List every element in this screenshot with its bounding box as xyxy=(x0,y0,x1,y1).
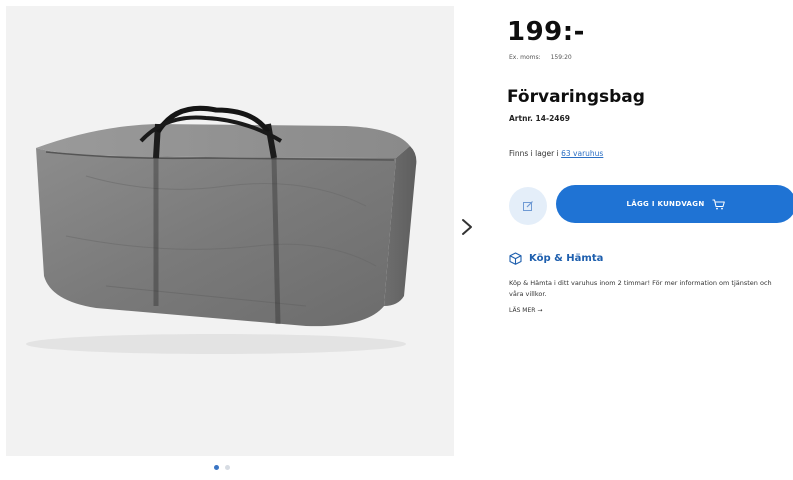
kop-hamta-title: Köp & Hämta xyxy=(529,253,604,264)
stock-stores-link[interactable]: 63 varuhus xyxy=(561,149,603,158)
carousel-dot-1[interactable] xyxy=(214,465,219,470)
ex-moms-price: Ex. moms: 159:20 xyxy=(509,54,572,61)
article-number: Artnr. 14-2469 xyxy=(509,114,570,123)
product-image xyxy=(26,105,417,354)
chevron-right-icon[interactable] xyxy=(460,217,476,237)
add-to-cart-label: LÄGG I KUNDVAGN xyxy=(626,200,705,208)
edit-button[interactable] xyxy=(509,187,547,225)
read-more-link[interactable]: LÄS MER → xyxy=(509,307,542,314)
add-to-cart-button[interactable]: LÄGG I KUNDVAGN xyxy=(556,185,793,223)
kop-hamta-heading: Köp & Hämta xyxy=(509,252,603,265)
box-icon xyxy=(509,252,522,265)
product-price: 199:- xyxy=(507,17,585,47)
kop-hamta-description: Köp & Hämta i ditt varuhus inom 2 timmar… xyxy=(509,279,772,298)
product-title: Förvaringsbag xyxy=(507,87,645,107)
stock-prefix: Finns i lager i xyxy=(509,149,559,158)
ex-moms-value: 159:20 xyxy=(550,54,572,61)
carousel-dot-2[interactable] xyxy=(225,465,230,470)
cart-icon xyxy=(712,199,726,209)
stock-status: Finns i lager i 63 varuhus xyxy=(509,149,603,158)
ex-moms-label: Ex. moms: xyxy=(509,54,541,61)
edit-icon xyxy=(523,201,533,211)
carousel-dots xyxy=(214,465,230,470)
product-image-panel xyxy=(6,6,454,456)
